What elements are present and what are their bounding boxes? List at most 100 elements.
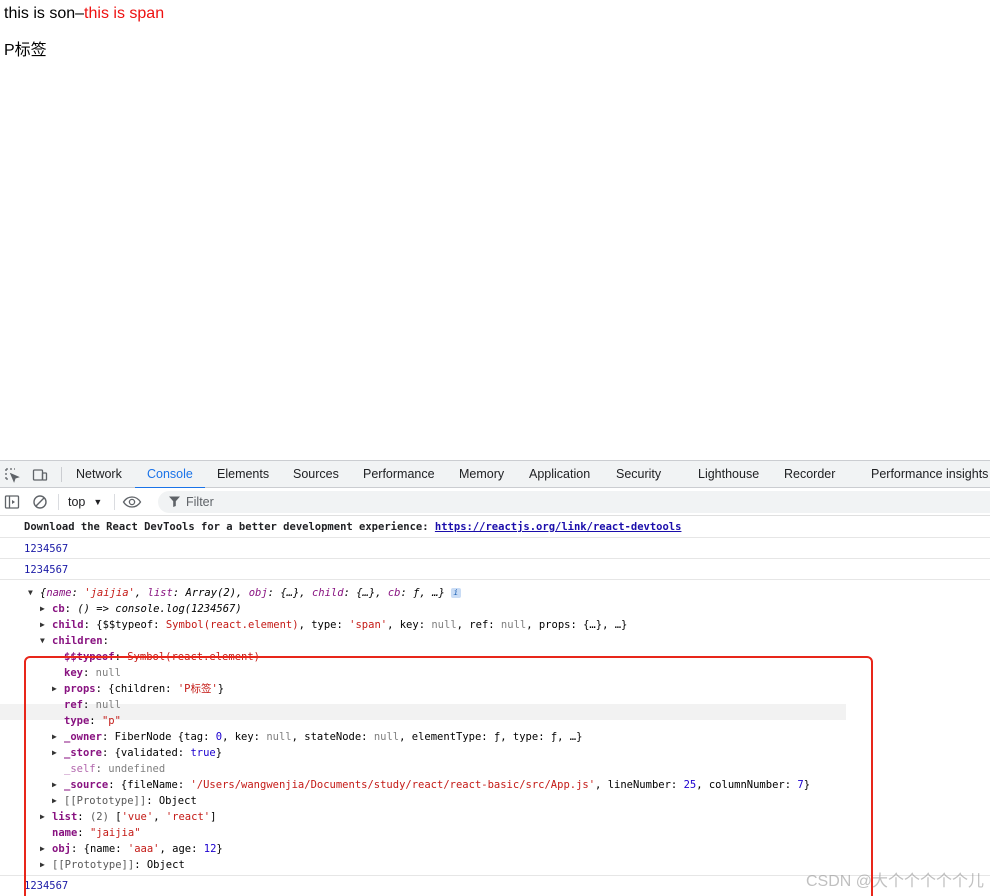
tree-row-list[interactable]: ▶ list: (2) ['vue', 'react']	[40, 809, 216, 825]
prop-value: null	[431, 619, 457, 631]
expand-triangle-icon[interactable]: ▶	[52, 777, 64, 793]
tree-row-props[interactable]: ▶ props: {children: 'P标签'}	[52, 681, 224, 697]
son-label: this is son–	[4, 5, 85, 22]
prop-text: }	[217, 683, 225, 695]
tab-recorder[interactable]: Recorder	[784, 461, 835, 488]
tree-row-owner[interactable]: ▶ _owner: FiberNode {tag: 0, key: null, s…	[52, 729, 582, 745]
prop-key: _source	[64, 779, 109, 791]
expand-triangle-icon[interactable]: ▶	[40, 857, 52, 873]
tree-row-children[interactable]: ▼ children:	[40, 633, 109, 649]
device-toolbar-icon[interactable]	[32, 467, 48, 483]
prop-value: Symbol(react.element)	[127, 651, 260, 663]
prop-text: (2)	[89, 811, 116, 823]
tab-performance[interactable]: Performance	[363, 461, 435, 488]
info-icon[interactable]: i	[450, 588, 461, 598]
react-devtools-text: Download the React DevTools for a better…	[24, 521, 435, 533]
console-message: 1234567	[0, 559, 990, 580]
prop-text: {fileName:	[120, 779, 191, 791]
prop-value: null	[373, 731, 400, 743]
expand-triangle-icon[interactable]: ▶	[40, 809, 52, 825]
tree-row-name: name: "jaijia"	[52, 827, 141, 839]
prop-text: , props: {…}, …}	[526, 619, 628, 631]
expand-triangle-icon[interactable]: ▶	[40, 601, 52, 617]
prop-value: 'span'	[349, 619, 388, 631]
toolbar-separator	[58, 494, 59, 510]
prop-value: 'react'	[165, 811, 211, 823]
prop-value: null	[95, 667, 121, 679]
tab-application[interactable]: Application	[529, 461, 590, 488]
expand-triangle-icon[interactable]: ▶	[40, 841, 52, 857]
expand-triangle-icon[interactable]: ▼	[28, 585, 40, 601]
prop-key: cb	[52, 603, 65, 615]
inspect-element-icon[interactable]	[4, 467, 20, 483]
sidebar-toggle-icon[interactable]	[4, 494, 20, 510]
tree-row-prototype-outer[interactable]: ▶ [[Prototype]]: Object	[40, 857, 185, 873]
prop-key: key	[64, 667, 83, 679]
prop-value: null	[500, 619, 527, 631]
context-selector[interactable]: top ▼	[68, 488, 102, 516]
prop-text: , key:	[222, 731, 267, 743]
prop-value: () => console.log(1234567)	[77, 603, 242, 615]
tree-row-store[interactable]: ▶ _store: {validated: true}	[52, 745, 222, 761]
console-message: Download the React DevTools for a better…	[0, 516, 990, 538]
tree-row-obj[interactable]: ▶ obj: {name: 'aaa', age: 12}	[40, 841, 223, 857]
tree-row-cb[interactable]: ▶ cb: () => console.log(1234567)	[40, 601, 242, 617]
collapse-triangle-icon[interactable]: ▼	[40, 633, 52, 649]
prop-value: null	[95, 699, 121, 711]
prop-text: , lineNumber:	[595, 779, 684, 791]
tab-performance-insights[interactable]: Performance insights	[871, 461, 988, 488]
preview-key: cb	[387, 587, 401, 599]
tree-row-source[interactable]: ▶ _source: {fileName: '/Users/wangwenjia/…	[52, 777, 810, 793]
tab-console[interactable]: Console	[135, 461, 205, 489]
prop-text: , ref:	[456, 619, 501, 631]
prop-value: 12	[203, 843, 217, 855]
tree-row-ref: ref: null	[64, 699, 121, 711]
object-preview-row[interactable]: ▼ {name: 'jaijia', list: Array(2), obj: {…	[28, 585, 461, 601]
tab-network[interactable]: Network	[76, 461, 122, 488]
span-text: this is span	[84, 5, 165, 22]
expand-triangle-icon[interactable]: ▶	[52, 681, 64, 697]
tab-sources[interactable]: Sources	[293, 461, 339, 488]
preview-value: 'jaijia'	[84, 587, 135, 599]
preview-value: Array(2)	[185, 587, 237, 599]
prop-key: _store	[64, 747, 102, 759]
eye-icon[interactable]	[122, 494, 142, 510]
prop-text: ,	[153, 811, 166, 823]
filter-placeholder: Filter	[186, 495, 214, 509]
prop-key: ref	[64, 699, 83, 711]
clear-console-icon[interactable]	[32, 494, 48, 510]
tree-row-prototype-inner[interactable]: ▶ [[Prototype]]: Object	[52, 793, 197, 809]
tab-security[interactable]: Security	[616, 461, 661, 488]
prop-value: 25	[683, 779, 697, 791]
expand-triangle-icon[interactable]: ▶	[52, 793, 64, 809]
toolbar-separator	[114, 494, 115, 510]
prop-value: Symbol(react.element)	[165, 619, 299, 631]
prop-text: , type:	[298, 619, 350, 631]
tab-elements[interactable]: Elements	[217, 461, 269, 488]
prop-key: name	[52, 827, 78, 839]
prop-key: obj	[52, 843, 71, 855]
tree-row-child[interactable]: ▶ child: {$$typeof: Symbol(react.element)…	[40, 617, 627, 633]
log-number: 1234567	[24, 543, 69, 555]
p-tag-text: P标签	[4, 42, 47, 59]
expand-triangle-icon[interactable]: ▶	[40, 617, 52, 633]
expand-triangle-icon[interactable]: ▶	[52, 745, 64, 761]
react-devtools-message: Download the React DevTools for a better…	[24, 521, 681, 533]
devtools-panel: Network Console Elements Sources Perform…	[0, 460, 990, 896]
prop-value: 'P标签'	[177, 683, 218, 695]
prop-value: null	[266, 731, 292, 743]
prop-text: }	[803, 779, 811, 791]
filter-input[interactable]: Filter	[158, 491, 990, 513]
expand-triangle-icon[interactable]: ▶	[52, 729, 64, 745]
preview-key: name	[46, 587, 72, 599]
tab-memory[interactable]: Memory	[459, 461, 504, 488]
prop-key: $$typeof	[64, 651, 115, 663]
preview-value: {…}	[356, 587, 376, 599]
prop-text: {children:	[108, 683, 178, 695]
devtools-tabbar: Network Console Elements Sources Perform…	[0, 461, 990, 489]
prop-key: list	[52, 811, 78, 823]
prop-text: , stateNode:	[291, 731, 374, 743]
tab-lighthouse[interactable]: Lighthouse	[698, 461, 759, 488]
react-devtools-link[interactable]: https://reactjs.org/link/react-devtools	[435, 521, 682, 533]
prop-value: '/Users/wangwenjia/Documents/study/react…	[190, 779, 596, 791]
